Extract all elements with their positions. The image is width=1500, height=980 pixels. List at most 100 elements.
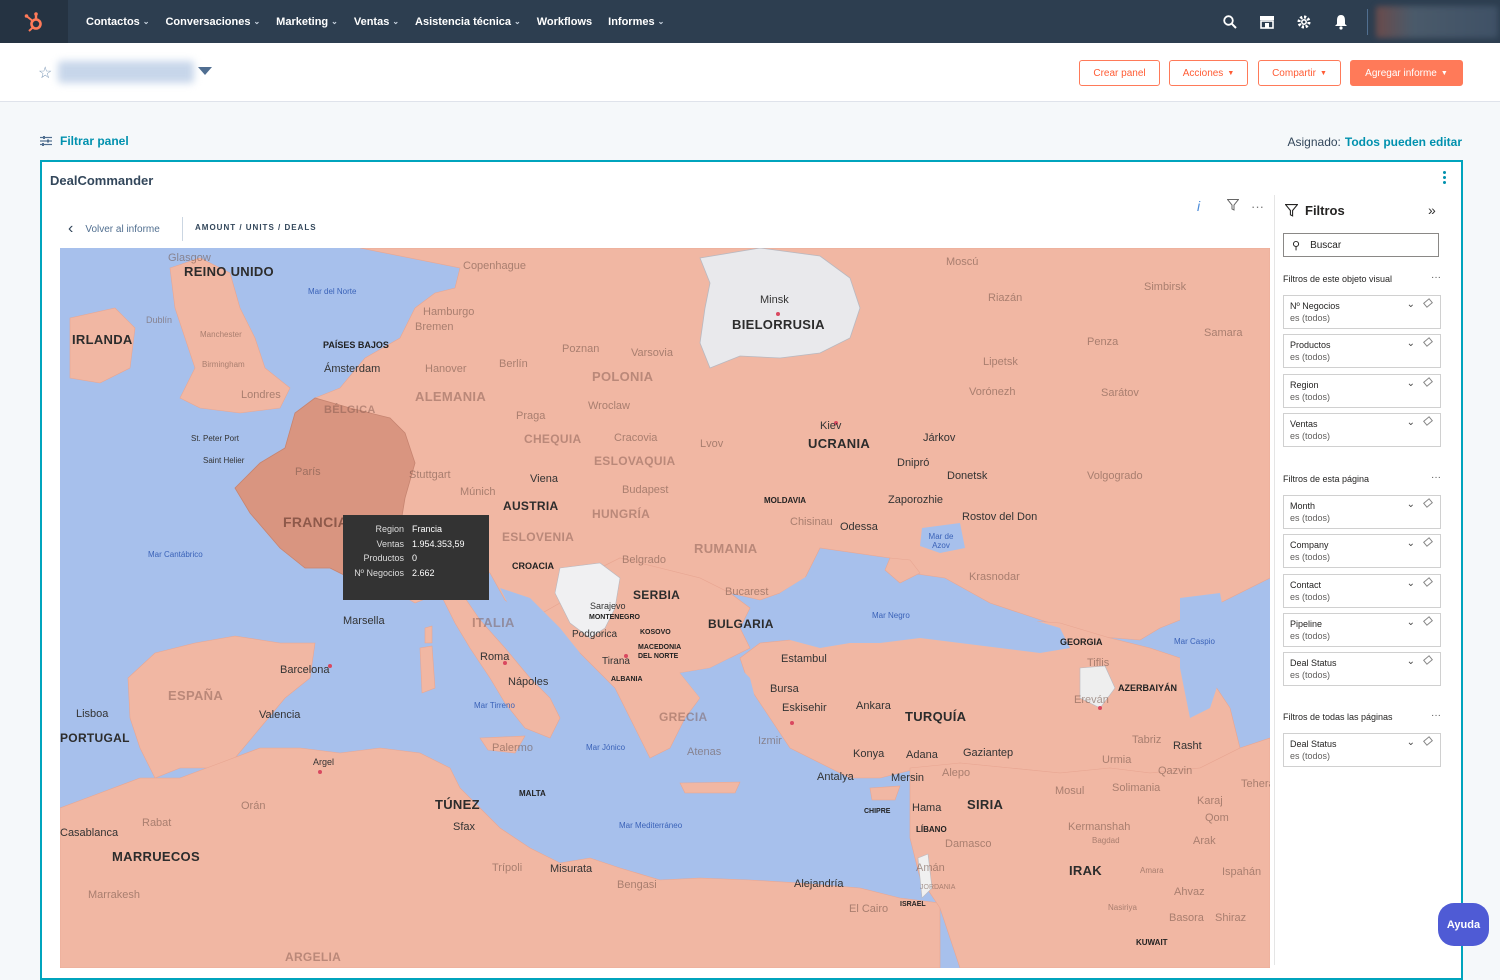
nav-item[interactable]: Conversaciones ⌄ xyxy=(157,16,268,28)
filter-card[interactable]: Productos es (todos) ⌄ xyxy=(1283,334,1441,369)
filters-search-input[interactable]: ⚲ Buscar xyxy=(1283,233,1439,257)
nav-item[interactable]: Asistencia técnica ⌄ xyxy=(407,16,529,28)
filter-card[interactable]: Contact es (todos) ⌄ xyxy=(1283,573,1441,608)
add-report-button[interactable]: Agregar informe ▼ xyxy=(1350,60,1463,86)
city-label: Basora xyxy=(1169,912,1204,924)
collapse-pane-icon[interactable]: » xyxy=(1428,202,1436,218)
nav-item-label: Informes xyxy=(608,15,655,28)
more-options-icon[interactable]: ··· xyxy=(1431,472,1441,483)
city-label: St. Peter Port xyxy=(191,434,240,443)
filter-card-value: es (todos) xyxy=(1290,591,1331,602)
country-label: CROACIA xyxy=(512,561,554,571)
expand-filter-icon[interactable]: ⌄ xyxy=(1407,499,1415,510)
marketplace-icon[interactable] xyxy=(1248,0,1285,43)
assigned-link[interactable]: Todos pueden editar xyxy=(1345,135,1462,149)
tooltip-value: 1.954.353,59 xyxy=(412,538,465,549)
city-label: Qom xyxy=(1205,812,1229,824)
city-label: Alepo xyxy=(942,767,971,779)
filter-card[interactable]: Pipeline es (todos) ⌄ xyxy=(1283,612,1441,647)
tooltip-row: Productos 0 xyxy=(349,553,483,568)
nav-item[interactable]: Contactos ⌄ xyxy=(78,16,157,28)
city-label: Cracovia xyxy=(614,432,658,444)
city-label: Argel xyxy=(313,757,335,767)
country-label: RUMANIA xyxy=(694,541,758,556)
country-label: ESPAÑA xyxy=(168,688,224,703)
search-icon[interactable] xyxy=(1211,0,1248,43)
filter-card-value: es (todos) xyxy=(1290,513,1331,523)
chevron-down-icon: ⌄ xyxy=(392,17,400,26)
country-label: ISRAEL xyxy=(900,901,926,908)
tooltip-label: Region xyxy=(375,524,404,534)
settings-icon[interactable] xyxy=(1285,0,1322,43)
dashboard-name[interactable] xyxy=(58,61,194,83)
expand-filter-icon[interactable]: ⌄ xyxy=(1407,378,1415,389)
notifications-icon[interactable] xyxy=(1322,0,1359,43)
filter-card[interactable]: Ventas es (todos) ⌄ xyxy=(1283,412,1441,447)
city-label: Nasiriya xyxy=(1108,903,1137,912)
sea-label: Mar Tirreno xyxy=(474,701,515,710)
expand-filter-icon[interactable]: ⌄ xyxy=(1407,538,1415,549)
nav-item[interactable]: Workflows xyxy=(529,16,600,28)
nav-item[interactable]: Marketing ⌄ xyxy=(268,16,346,28)
city-label: Arak xyxy=(1193,835,1216,847)
actions-button[interactable]: Acciones ▼ xyxy=(1169,60,1248,86)
expand-filter-icon[interactable]: ⌄ xyxy=(1407,338,1415,349)
city-label: Marrakesh xyxy=(88,889,140,901)
city-label: Bagdad xyxy=(1092,836,1120,845)
city-label: Adana xyxy=(906,749,938,761)
nav-item[interactable]: Ventas ⌄ xyxy=(346,16,407,28)
nav-item-label: Ventas xyxy=(353,15,390,28)
more-options-icon[interactable]: ··· xyxy=(1431,710,1441,721)
country-label: ALBANIA xyxy=(611,676,643,683)
filter-card-value: es (todos) xyxy=(1290,552,1331,563)
assigned-label: Asignado: xyxy=(1287,135,1341,149)
country-label: CHEQUIA xyxy=(524,432,582,446)
more-options-icon[interactable]: ··· xyxy=(1431,272,1441,283)
account-menu[interactable] xyxy=(1376,5,1498,38)
create-dashboard-button[interactable]: Crear panel xyxy=(1079,60,1160,86)
expand-filter-icon[interactable]: ⌄ xyxy=(1407,417,1415,428)
filter-icon[interactable] xyxy=(1226,198,1251,214)
expand-filter-icon[interactable]: ⌄ xyxy=(1407,737,1415,748)
hubspot-logo-icon[interactable] xyxy=(0,0,68,43)
chevron-down-icon: ⌄ xyxy=(514,17,521,26)
country-label: BÉLGICA xyxy=(324,404,376,416)
filter-card[interactable]: Region es (todos) ⌄ xyxy=(1283,373,1441,408)
filter-card[interactable]: Deal Status es (todos) ⌄ xyxy=(1283,733,1441,767)
country-label: KUWAIT xyxy=(1136,938,1168,947)
share-button[interactable]: Compartir ▼ xyxy=(1258,60,1341,86)
filter-dashboard-button[interactable]: Filtrar panel xyxy=(40,134,129,148)
map-visual[interactable]: REINO UNIDO IRLANDA PAÍSES BAJOS BÉLGICA… xyxy=(60,248,1270,968)
dashboard-switcher-caret-icon[interactable] xyxy=(198,67,212,75)
expand-filter-icon[interactable]: ⌄ xyxy=(1407,656,1415,667)
country-label: CHIPRE xyxy=(864,808,891,815)
expand-filter-icon[interactable]: ⌄ xyxy=(1407,299,1415,310)
back-to-report-button[interactable]: ‹ Volver al informe xyxy=(68,220,160,238)
filter-card[interactable]: Company es (todos) ⌄ xyxy=(1283,534,1441,569)
filter-card[interactable]: Deal Status es (todos) ⌄ xyxy=(1283,652,1441,687)
tooltip-label: Productos xyxy=(363,553,404,563)
filter-card[interactable]: Month es (todos) ⌄ xyxy=(1283,495,1441,529)
city-label: Samara xyxy=(1204,327,1243,339)
tooltip-label: Nº Negocios xyxy=(354,567,404,578)
city-label: Marsella xyxy=(343,615,385,627)
expand-filter-icon[interactable]: ⌄ xyxy=(1407,578,1415,589)
info-icon[interactable]: i xyxy=(1197,198,1227,214)
city-label: Orán xyxy=(241,800,266,812)
city-label: Alejandría xyxy=(794,878,844,890)
caret-down-icon: ▼ xyxy=(1227,69,1235,77)
help-button[interactable]: Ayuda xyxy=(1438,903,1489,946)
favorite-star-icon[interactable]: ☆ xyxy=(38,63,52,83)
more-options-icon[interactable]: ··· xyxy=(1251,199,1275,214)
country-label: FRANCIA xyxy=(283,514,349,530)
more-options-icon[interactable] xyxy=(1443,171,1447,186)
country-label: MARRUECOS xyxy=(112,849,200,864)
filter-card[interactable]: Nº Negocios es (todos) ⌄ xyxy=(1283,295,1441,329)
city-label: Rasht xyxy=(1173,740,1202,752)
country-label: TURQUÍA xyxy=(905,709,967,724)
city-label: Wroclaw xyxy=(588,400,630,412)
city-label: Ereván xyxy=(1074,694,1109,706)
expand-filter-icon[interactable]: ⌄ xyxy=(1407,617,1415,628)
city-label: Kiev xyxy=(820,420,842,432)
nav-item[interactable]: Informes ⌄ xyxy=(600,16,672,28)
